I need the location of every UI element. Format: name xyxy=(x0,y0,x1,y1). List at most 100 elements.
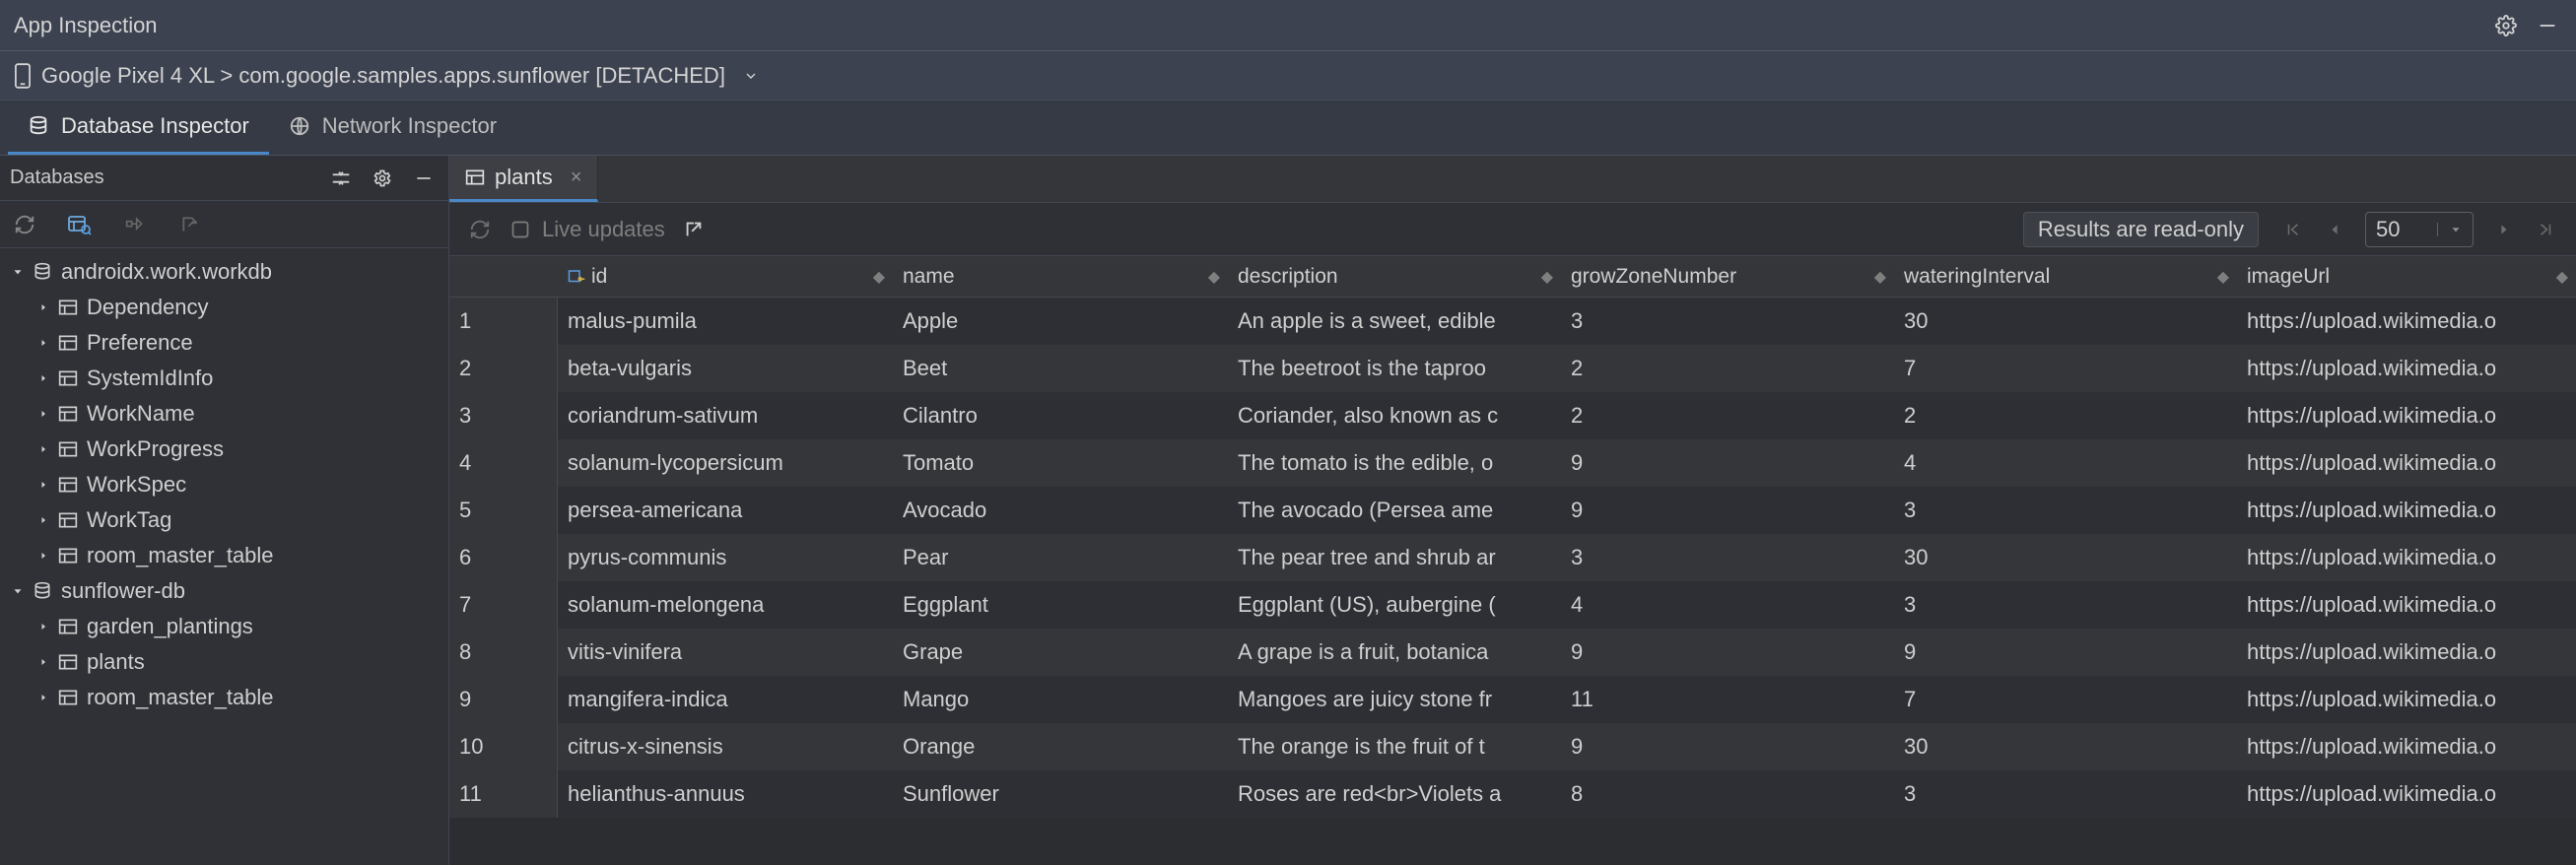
cell-name[interactable]: Sunflower xyxy=(893,770,1228,818)
cell-imageurl[interactable]: https://upload.wikimedia.o xyxy=(2237,676,2576,723)
cell-description[interactable]: Eggplant (US), aubergine ( xyxy=(1228,581,1561,629)
cell-id[interactable]: coriandrum-sativum xyxy=(558,392,893,439)
cell-description[interactable]: An apple is a sweet, edible xyxy=(1228,298,1561,345)
page-size-selector[interactable]: 50 xyxy=(2365,212,2474,247)
col-header-name[interactable]: name◆ xyxy=(893,256,1228,297)
cell-name[interactable]: Mango xyxy=(893,676,1228,723)
cell-imageurl[interactable]: https://upload.wikimedia.o xyxy=(2237,298,2576,345)
cell-id[interactable]: helianthus-annuus xyxy=(558,770,893,818)
col-header-id[interactable]: id ◆ xyxy=(558,256,893,297)
refresh-icon[interactable] xyxy=(10,210,39,239)
cell-wateringinterval[interactable]: 3 xyxy=(1894,487,2237,534)
table-row[interactable]: 9mangifera-indicaMangoMangoes are juicy … xyxy=(449,676,2576,723)
table-node[interactable]: WorkProgress xyxy=(6,432,442,467)
gear-icon[interactable] xyxy=(2491,11,2521,40)
cell-id[interactable]: mangifera-indica xyxy=(558,676,893,723)
cell-description[interactable]: The avocado (Persea ame xyxy=(1228,487,1561,534)
table-node[interactable]: room_master_table xyxy=(6,680,442,715)
stop-icon[interactable] xyxy=(120,210,150,239)
col-header-wateringinterval[interactable]: wateringInterval◆ xyxy=(1894,256,2237,297)
cell-name[interactable]: Cilantro xyxy=(893,392,1228,439)
cell-name[interactable]: Pear xyxy=(893,534,1228,581)
close-icon[interactable]: × xyxy=(571,166,582,189)
cell-wateringinterval[interactable]: 7 xyxy=(1894,345,2237,392)
device-selector[interactable]: Google Pixel 4 XL > com.google.samples.a… xyxy=(0,51,2576,100)
data-grid[interactable]: id ◆ name◆ description◆ growZoneNumber◆ … xyxy=(449,256,2576,865)
gear-icon[interactable] xyxy=(368,164,397,193)
cell-description[interactable]: Coriander, also known as c xyxy=(1228,392,1561,439)
cell-id[interactable]: citrus-x-sinensis xyxy=(558,723,893,770)
table-node[interactable]: SystemIdInfo xyxy=(6,361,442,396)
table-row[interactable]: 7solanum-melongenaEggplantEggplant (US),… xyxy=(449,581,2576,629)
cell-growzonenumber[interactable]: 9 xyxy=(1561,439,1894,487)
cell-id[interactable]: malus-pumila xyxy=(558,298,893,345)
cell-growzonenumber[interactable]: 9 xyxy=(1561,723,1894,770)
cell-growzonenumber[interactable]: 8 xyxy=(1561,770,1894,818)
cell-description[interactable]: Roses are red<br>Violets a xyxy=(1228,770,1561,818)
cell-name[interactable]: Avocado xyxy=(893,487,1228,534)
export-icon[interactable] xyxy=(175,210,205,239)
cell-imageurl[interactable]: https://upload.wikimedia.o xyxy=(2237,723,2576,770)
table-row[interactable]: 5persea-americanaAvocadoThe avocado (Per… xyxy=(449,487,2576,534)
db-node[interactable]: androidx.work.workdb xyxy=(6,254,442,290)
table-row[interactable]: 1malus-pumilaAppleAn apple is a sweet, e… xyxy=(449,298,2576,345)
databases-tree[interactable]: androidx.work.workdb Dependency Preferen… xyxy=(0,248,448,865)
col-header-growzonenumber[interactable]: growZoneNumber◆ xyxy=(1561,256,1894,297)
cell-imageurl[interactable]: https://upload.wikimedia.o xyxy=(2237,581,2576,629)
cell-growzonenumber[interactable]: 3 xyxy=(1561,534,1894,581)
cell-growzonenumber[interactable]: 2 xyxy=(1561,345,1894,392)
open-query-icon[interactable] xyxy=(65,210,95,239)
table-row[interactable]: 8vitis-viniferaGrapeA grape is a fruit, … xyxy=(449,629,2576,676)
editor-tab-plants[interactable]: plants × xyxy=(449,156,598,202)
cell-description[interactable]: Mangoes are juicy stone fr xyxy=(1228,676,1561,723)
page-last-icon[interactable] xyxy=(2531,215,2560,244)
cell-name[interactable]: Beet xyxy=(893,345,1228,392)
cell-description[interactable]: The beetroot is the taproo xyxy=(1228,345,1561,392)
cell-description[interactable]: The orange is the fruit of t xyxy=(1228,723,1561,770)
table-node[interactable]: room_master_table xyxy=(6,538,442,573)
filter-icon[interactable] xyxy=(326,164,356,193)
table-row[interactable]: 6pyrus-communisPearThe pear tree and shr… xyxy=(449,534,2576,581)
tab-network-inspector[interactable]: Network Inspector xyxy=(269,100,516,155)
cell-name[interactable]: Orange xyxy=(893,723,1228,770)
page-first-icon[interactable] xyxy=(2278,215,2308,244)
cell-id[interactable]: persea-americana xyxy=(558,487,893,534)
col-header-description[interactable]: description◆ xyxy=(1228,256,1561,297)
table-node[interactable]: plants xyxy=(6,644,442,680)
cell-wateringinterval[interactable]: 7 xyxy=(1894,676,2237,723)
cell-description[interactable]: The pear tree and shrub ar xyxy=(1228,534,1561,581)
table-node[interactable]: Dependency xyxy=(6,290,442,325)
cell-name[interactable]: Eggplant xyxy=(893,581,1228,629)
cell-growzonenumber[interactable]: 9 xyxy=(1561,487,1894,534)
tab-database-inspector[interactable]: Database Inspector xyxy=(8,100,269,155)
cell-id[interactable]: pyrus-communis xyxy=(558,534,893,581)
table-node[interactable]: WorkSpec xyxy=(6,467,442,502)
popout-icon[interactable] xyxy=(679,215,709,244)
minimize-icon[interactable] xyxy=(2533,11,2562,40)
col-header-imageurl[interactable]: imageUrl◆ xyxy=(2237,256,2576,297)
table-row[interactable]: 11helianthus-annuusSunflowerRoses are re… xyxy=(449,770,2576,818)
cell-imageurl[interactable]: https://upload.wikimedia.o xyxy=(2237,487,2576,534)
table-node[interactable]: garden_plantings xyxy=(6,609,442,644)
table-row[interactable]: 3coriandrum-sativumCilantroCoriander, al… xyxy=(449,392,2576,439)
minimize-icon[interactable] xyxy=(409,164,439,193)
cell-growzonenumber[interactable]: 2 xyxy=(1561,392,1894,439)
cell-wateringinterval[interactable]: 4 xyxy=(1894,439,2237,487)
cell-id[interactable]: solanum-melongena xyxy=(558,581,893,629)
table-row[interactable]: 4solanum-lycopersicumTomatoThe tomato is… xyxy=(449,439,2576,487)
cell-description[interactable]: The tomato is the edible, o xyxy=(1228,439,1561,487)
page-prev-icon[interactable] xyxy=(2320,215,2349,244)
cell-imageurl[interactable]: https://upload.wikimedia.o xyxy=(2237,439,2576,487)
cell-wateringinterval[interactable]: 30 xyxy=(1894,298,2237,345)
cell-name[interactable]: Apple xyxy=(893,298,1228,345)
table-node[interactable]: WorkTag xyxy=(6,502,442,538)
refresh-icon[interactable] xyxy=(465,215,495,244)
cell-name[interactable]: Grape xyxy=(893,629,1228,676)
cell-name[interactable]: Tomato xyxy=(893,439,1228,487)
cell-imageurl[interactable]: https://upload.wikimedia.o xyxy=(2237,392,2576,439)
cell-wateringinterval[interactable]: 2 xyxy=(1894,392,2237,439)
cell-id[interactable]: beta-vulgaris xyxy=(558,345,893,392)
table-node[interactable]: Preference xyxy=(6,325,442,361)
cell-wateringinterval[interactable]: 30 xyxy=(1894,723,2237,770)
table-row[interactable]: 10citrus-x-sinensisOrangeThe orange is t… xyxy=(449,723,2576,770)
